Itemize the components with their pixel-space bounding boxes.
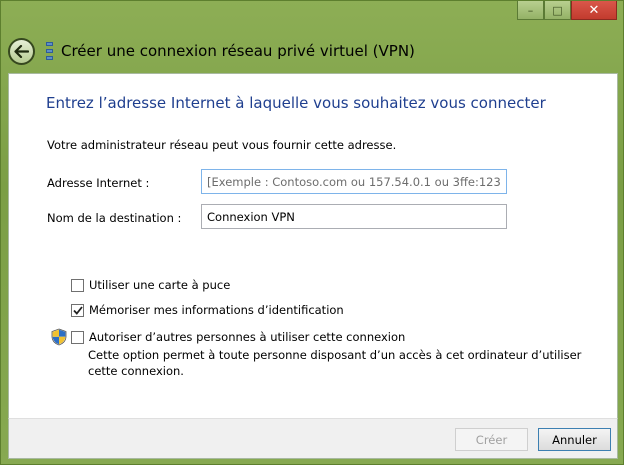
content-area: Entrez l’adresse Internet à laquelle vou… — [8, 73, 618, 418]
wizard-header: Créer une connexion réseau privé virtuel… — [1, 29, 623, 73]
internet-address-label: Adresse Internet : — [47, 176, 150, 190]
internet-address-input[interactable] — [201, 169, 507, 194]
caption-buttons: – □ ✕ — [517, 1, 617, 22]
allow-others-option[interactable]: Autoriser d’autres personnes à utiliser … — [71, 330, 405, 344]
lead-text: Votre administrateur réseau peut vous fo… — [47, 138, 397, 152]
create-button[interactable]: Créer — [455, 428, 528, 451]
footer-bar: Créer Annuler — [8, 418, 618, 459]
remember-credentials-label: Mémoriser mes informations d’identificat… — [89, 303, 344, 317]
uac-shield-icon — [51, 328, 67, 346]
window-title: Créer une connexion réseau privé virtuel… — [61, 42, 415, 60]
close-button[interactable]: ✕ — [571, 1, 617, 20]
back-arrow-icon — [14, 44, 29, 58]
destination-name-label: Nom de la destination : — [47, 211, 182, 225]
remember-credentials-checkbox[interactable] — [71, 303, 84, 317]
smart-card-option[interactable]: Utiliser une carte à puce — [71, 278, 230, 292]
maximize-button[interactable]: □ — [544, 1, 571, 20]
back-button[interactable] — [8, 37, 35, 65]
cancel-button[interactable]: Annuler — [538, 428, 611, 451]
vpn-wizard-window: – □ ✕ Créer une connexion réseau privé v… — [0, 0, 624, 465]
minimize-button[interactable]: – — [517, 1, 544, 20]
smart-card-checkbox[interactable] — [71, 278, 84, 292]
checkmark-icon — [72, 305, 83, 315]
allow-others-label: Autoriser d’autres personnes à utiliser … — [89, 330, 406, 344]
smart-card-label: Utiliser une carte à puce — [89, 278, 231, 292]
remember-credentials-option[interactable]: Mémoriser mes informations d’identificat… — [71, 303, 344, 317]
main-instruction: Entrez l’adresse Internet à laquelle vou… — [46, 94, 546, 112]
allow-others-checkbox[interactable] — [71, 330, 84, 344]
destination-name-input[interactable] — [201, 204, 507, 229]
allow-others-description: Cette option permet à toute personne dis… — [88, 348, 582, 378]
network-connection-icon — [46, 42, 53, 60]
